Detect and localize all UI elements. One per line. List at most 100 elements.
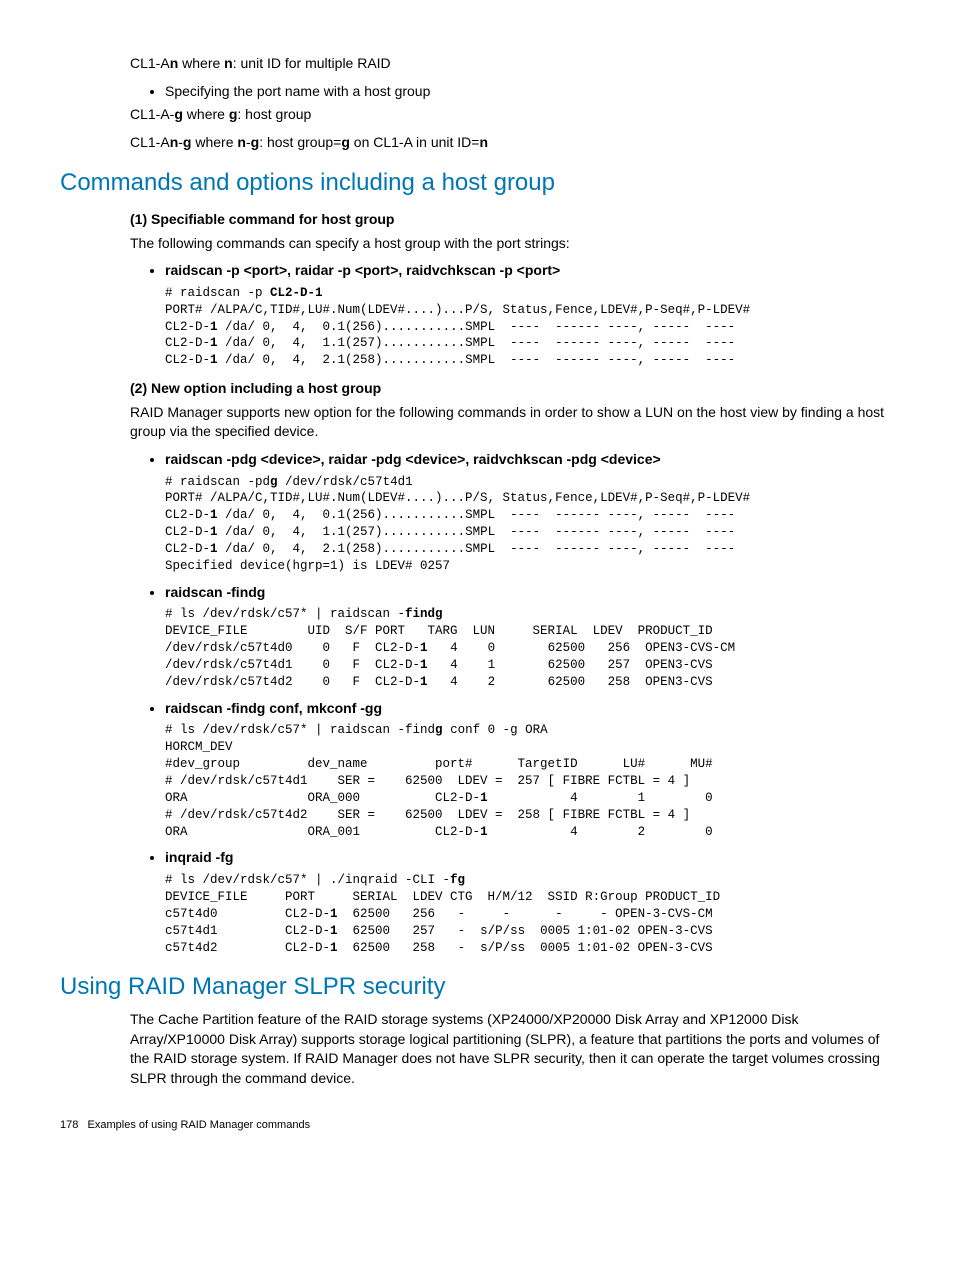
code-text: #dev_group dev_name port# TargetID LU# M… <box>165 757 713 771</box>
bullet-list: raidscan -findg conf, mkconf -gg <box>145 699 894 719</box>
list-item: raidscan -findg <box>165 583 894 603</box>
footer-text: Examples of using RAID Manager commands <box>88 1119 311 1131</box>
code-text: DEVICE_FILE UID S/F PORT TARG LUN SERIAL… <box>165 624 713 638</box>
list-item: raidscan -findg conf, mkconf -gg <box>165 699 894 719</box>
text: raidscan -p <port>, raidar -p <port>, ra… <box>165 262 560 278</box>
code-block-5: # ls /dev/rdsk/c57* | ./inqraid -CLI -fg… <box>165 872 894 956</box>
paragraph: The following commands can specify a hos… <box>130 234 894 254</box>
paragraph: RAID Manager supports new option for the… <box>130 403 894 442</box>
code-text: CL2-D- <box>165 320 210 334</box>
text: Specifying the port name with a host gro… <box>165 83 430 99</box>
code-text: # raidscan -p <box>165 286 270 300</box>
list-item: Specifying the port name with a host gro… <box>165 82 894 102</box>
code-text: 62500 257 - s/P/ss 0005 1:01-02 OPEN-3-C… <box>338 924 713 938</box>
text: : host group <box>237 106 311 122</box>
code-block-2: # raidscan -pdg /dev/rdsk/c57t4d1 PORT# … <box>165 474 894 575</box>
code-bold: 1 <box>210 353 218 367</box>
code-bold: CL2-D-1 <box>270 286 323 300</box>
code-text: /dev/rdsk/c57t4d1 <box>278 475 413 489</box>
text: raidscan -findg conf, mkconf -gg <box>165 700 382 716</box>
text-bold: n <box>237 134 246 150</box>
text: CL1-A <box>130 134 170 150</box>
code-bold: g <box>435 723 443 737</box>
code-text: HORCM_DEV <box>165 740 233 754</box>
code-bold: 1 <box>330 924 338 938</box>
code-text: CL2-D- <box>165 336 210 350</box>
code-text: CL2-D- <box>165 525 210 539</box>
text: : unit ID for multiple RAID <box>233 55 391 71</box>
code-text: c57t4d0 CL2-D- <box>165 907 330 921</box>
text-bold: n <box>224 55 233 71</box>
code-text: CL2-D- <box>165 508 210 522</box>
text: on CL1-A in unit ID= <box>350 134 480 150</box>
code-bold: 1 <box>420 658 428 672</box>
text: where <box>191 134 237 150</box>
code-text: 4 2 0 <box>488 825 713 839</box>
text-bold: n <box>170 134 179 150</box>
top-line-2: CL1-A-g where g: host group <box>130 105 894 125</box>
code-text: 4 1 0 <box>488 791 713 805</box>
text: inqraid -fg <box>165 849 233 865</box>
code-text: ORA ORA_001 CL2-D- <box>165 825 480 839</box>
text-bold: g <box>251 134 260 150</box>
subheading-1: (1) Specifiable command for host group <box>130 210 894 230</box>
text-bold: n <box>170 55 179 71</box>
code-block-1: # raidscan -p CL2-D-1 PORT# /ALPA/C,TID#… <box>165 285 894 369</box>
code-text: 4 2 62500 258 OPEN3-CVS <box>428 675 713 689</box>
subheading-2: (2) New option including a host group <box>130 379 894 399</box>
code-text: # ls /dev/rdsk/c57* | raidscan - <box>165 607 405 621</box>
bullet-list: raidscan -pdg <device>, raidar -pdg <dev… <box>145 450 894 470</box>
code-text: /dev/rdsk/c57t4d1 0 F CL2-D- <box>165 658 420 672</box>
code-text: PORT# /ALPA/C,TID#,LU#.Num(LDEV#....)...… <box>165 491 750 505</box>
code-bold: fg <box>450 873 465 887</box>
bullet-list: raidscan -p <port>, raidar -p <port>, ra… <box>145 261 894 281</box>
code-text: /dev/rdsk/c57t4d0 0 F CL2-D- <box>165 641 420 655</box>
code-block-4: # ls /dev/rdsk/c57* | raidscan -findg co… <box>165 722 894 840</box>
code-bold: 1 <box>330 907 338 921</box>
text-bold: g <box>174 106 183 122</box>
code-bold: 1 <box>330 941 338 955</box>
code-text: # raidscan -pd <box>165 475 270 489</box>
code-bold: 1 <box>420 641 428 655</box>
code-text: 4 1 62500 257 OPEN3-CVS <box>428 658 713 672</box>
code-text: c57t4d2 CL2-D- <box>165 941 330 955</box>
page-number: 178 <box>60 1119 78 1131</box>
text: raidscan -pdg <device>, raidar -pdg <dev… <box>165 451 661 467</box>
code-text: 62500 256 - - - - OPEN-3-CVS-CM <box>338 907 713 921</box>
code-text: /da/ 0, 4, 2.1(258)...........SMPL ---- … <box>218 542 736 556</box>
code-text: # /dev/rdsk/c57t4d1 SER = 62500 LDEV = 2… <box>165 774 690 788</box>
code-bold: g <box>270 475 278 489</box>
code-bold: 1 <box>480 825 488 839</box>
code-text: c57t4d1 CL2-D- <box>165 924 330 938</box>
code-text: /da/ 0, 4, 0.1(256)...........SMPL ---- … <box>218 508 736 522</box>
text: CL1-A- <box>130 106 174 122</box>
text: where <box>183 106 229 122</box>
code-text: conf 0 -g ORA <box>443 723 548 737</box>
code-bold: findg <box>405 607 443 621</box>
section-title-slpr: Using RAID Manager SLPR security <box>60 970 894 1004</box>
bullet-list: Specifying the port name with a host gro… <box>145 82 894 102</box>
code-text: 62500 258 - s/P/ss 0005 1:01-02 OPEN-3-C… <box>338 941 713 955</box>
code-bold: 1 <box>210 320 218 334</box>
code-text: ORA ORA_000 CL2-D- <box>165 791 480 805</box>
code-text: Specified device(hgrp=1) is LDEV# 0257 <box>165 559 450 573</box>
code-text: CL2-D- <box>165 353 210 367</box>
code-text: /da/ 0, 4, 0.1(256)...........SMPL ---- … <box>218 320 736 334</box>
text: raidscan -findg <box>165 584 265 600</box>
paragraph: The Cache Partition feature of the RAID … <box>130 1010 894 1088</box>
code-text: CL2-D- <box>165 542 210 556</box>
code-text: /da/ 0, 4, 2.1(258)...........SMPL ---- … <box>218 353 736 367</box>
code-bold: 1 <box>210 508 218 522</box>
bullet-list: inqraid -fg <box>145 848 894 868</box>
text-bold: n <box>479 134 488 150</box>
code-text: 4 0 62500 256 OPEN3-CVS-CM <box>428 641 736 655</box>
page-footer: 178 Examples of using RAID Manager comma… <box>60 1118 894 1133</box>
code-text: # ls /dev/rdsk/c57* | ./inqraid -CLI - <box>165 873 450 887</box>
list-item: raidscan -p <port>, raidar -p <port>, ra… <box>165 261 894 281</box>
text: CL1-A <box>130 55 170 71</box>
code-text: /da/ 0, 4, 1.1(257)...........SMPL ---- … <box>218 525 736 539</box>
code-text: /dev/rdsk/c57t4d2 0 F CL2-D- <box>165 675 420 689</box>
code-text: # /dev/rdsk/c57t4d2 SER = 62500 LDEV = 2… <box>165 808 690 822</box>
code-bold: 1 <box>420 675 428 689</box>
code-bold: 1 <box>210 542 218 556</box>
